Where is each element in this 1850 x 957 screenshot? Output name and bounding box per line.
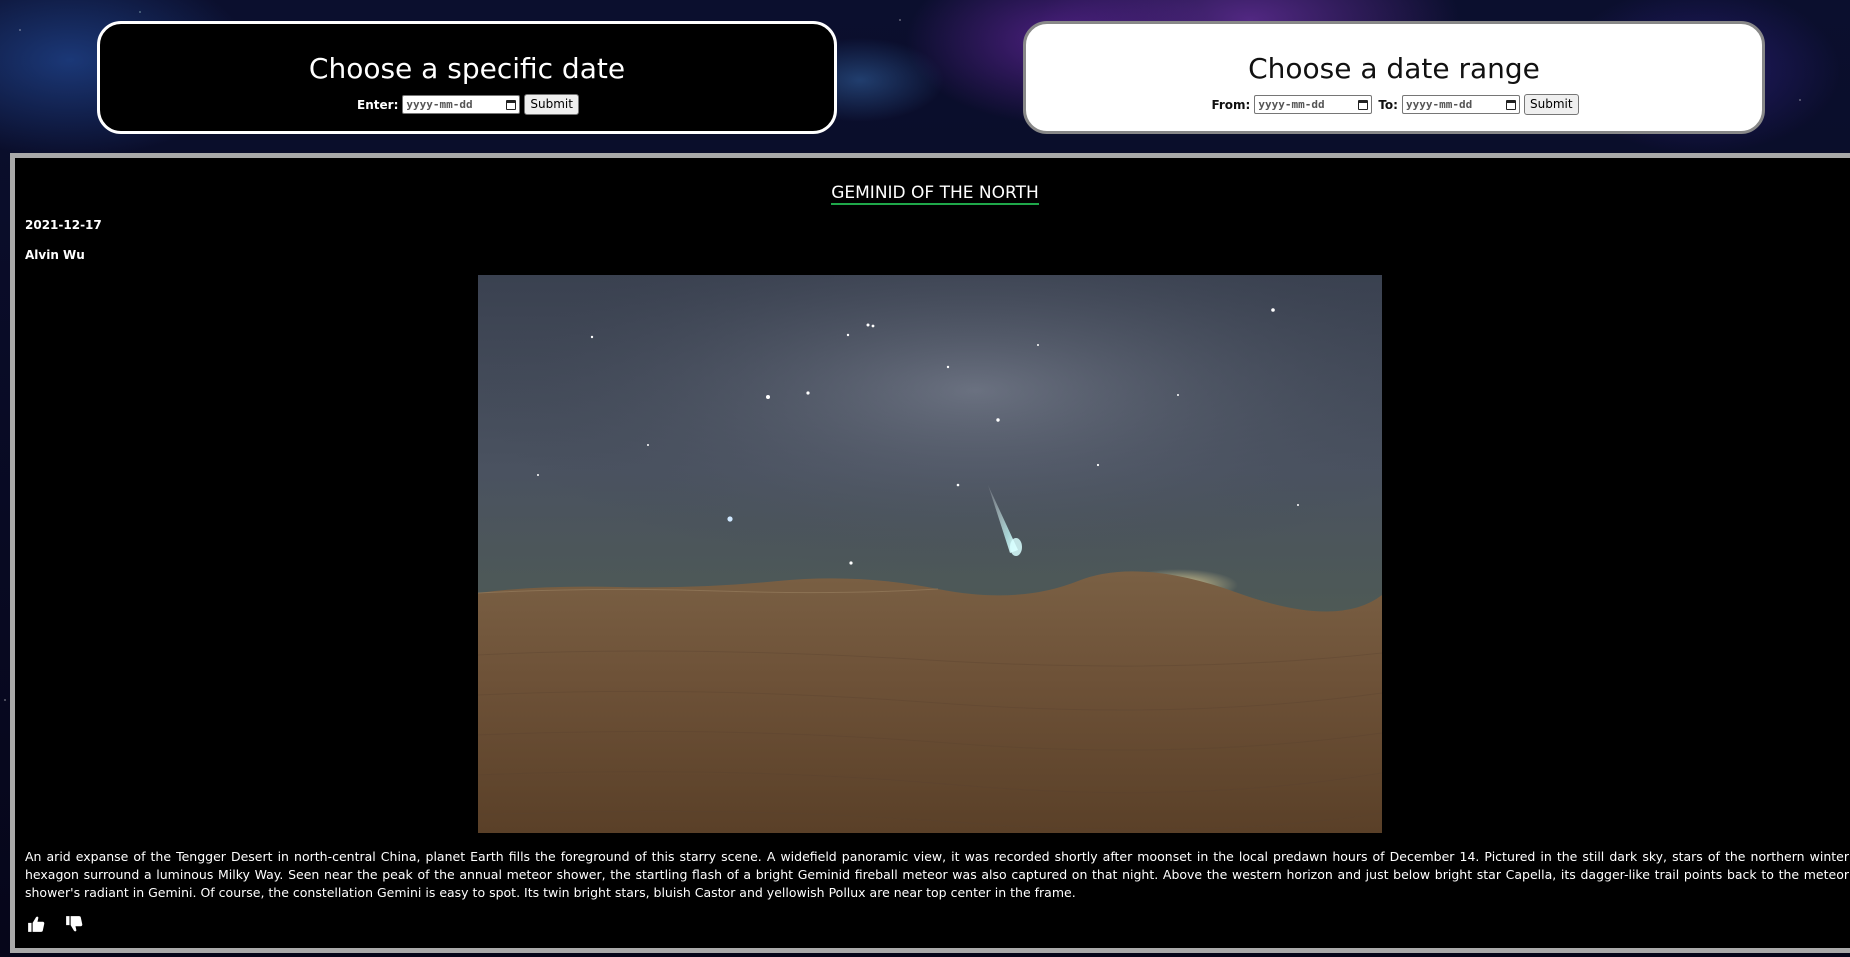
specific-date-submit-button[interactable]: Submit xyxy=(524,94,579,115)
date-range-form: From: yyyy-mm-dd To: yyyy-mm-dd Submit xyxy=(1026,94,1762,115)
apod-panel: GEMINID OF THE NORTH 2021-12-17 Alvin Wu xyxy=(10,153,1850,953)
apod-author: Alvin Wu xyxy=(25,248,85,262)
specific-date-input[interactable]: yyyy-mm-dd xyxy=(402,95,521,114)
apod-date: 2021-12-17 xyxy=(25,218,102,232)
specific-date-form: Enter: yyyy-mm-dd Submit xyxy=(100,94,834,115)
enter-label: Enter: xyxy=(357,97,399,112)
thumbs-down-icon[interactable] xyxy=(65,915,83,933)
specific-date-card: Choose a specific date Enter: yyyy-mm-dd… xyxy=(97,21,837,134)
date-range-title: Choose a date range xyxy=(1248,52,1540,85)
specific-date-title: Choose a specific date xyxy=(308,52,626,85)
apod-title: GEMINID OF THE NORTH xyxy=(15,182,1850,205)
to-date-placeholder: yyyy-mm-dd xyxy=(1405,98,1473,111)
apod-title-link[interactable]: GEMINID OF THE NORTH xyxy=(831,183,1039,205)
thumbs-up-icon[interactable] xyxy=(27,915,45,933)
to-date-input[interactable]: yyyy-mm-dd xyxy=(1401,95,1520,114)
specific-date-placeholder: yyyy-mm-dd xyxy=(406,98,473,111)
date-range-card: Choose a date range From: yyyy-mm-dd To:… xyxy=(1023,21,1765,134)
calendar-icon[interactable] xyxy=(1358,99,1369,110)
from-date-placeholder: yyyy-mm-dd xyxy=(1258,98,1325,111)
from-date-input[interactable]: yyyy-mm-dd xyxy=(1254,95,1373,114)
from-label: From: xyxy=(1211,97,1251,112)
to-label: To: xyxy=(1378,97,1398,112)
apod-image xyxy=(478,275,1382,833)
calendar-icon[interactable] xyxy=(1505,99,1516,110)
date-range-submit-button[interactable]: Submit xyxy=(1523,94,1579,115)
calendar-icon[interactable] xyxy=(506,99,517,110)
apod-explanation: An arid expanse of the Tengger Desert in… xyxy=(25,849,1849,900)
